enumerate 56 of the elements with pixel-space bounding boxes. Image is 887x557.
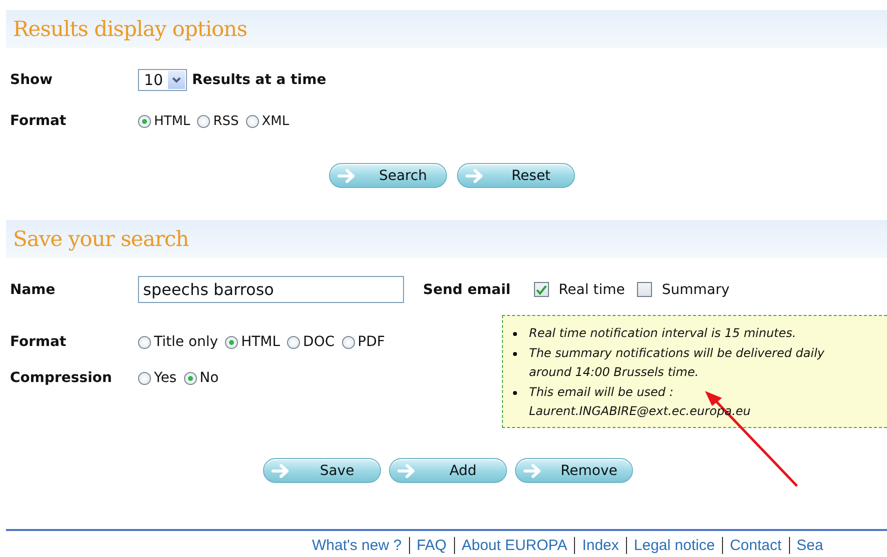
name-field[interactable]: speechs barroso <box>138 276 404 303</box>
section-title: Results display options <box>6 10 887 48</box>
footer-link[interactable]: FAQ <box>410 537 455 554</box>
radio-button[interactable] <box>138 372 151 384</box>
footer-link[interactable]: Legal notice <box>626 537 723 554</box>
field-label: Name <box>10 282 56 298</box>
action-button[interactable]: Reset <box>457 163 575 188</box>
radio-button[interactable] <box>342 336 355 348</box>
footer-link[interactable]: What's new ? <box>312 537 410 554</box>
action-button[interactable]: Add <box>389 458 507 483</box>
arrow-icon <box>271 464 291 478</box>
footer-link[interactable]: Index <box>575 537 627 554</box>
action-button[interactable]: Save <box>263 458 381 483</box>
checkbox[interactable] <box>636 282 652 297</box>
radio-button[interactable] <box>138 114 151 128</box>
footer-link[interactable]: Contact <box>722 537 790 554</box>
chevron-down-icon <box>172 77 181 83</box>
action-button[interactable]: Search <box>329 163 447 188</box>
option-label: HTML <box>154 114 190 128</box>
radio-button[interactable] <box>287 336 300 348</box>
radio-button[interactable] <box>225 336 238 348</box>
arrow-icon <box>523 464 543 478</box>
radio-button[interactable] <box>138 336 151 348</box>
field-label: Send email <box>423 282 511 298</box>
field-suffix: Results at a time <box>192 72 326 88</box>
arrow-icon <box>465 169 485 183</box>
bullet-icon <box>513 390 517 394</box>
section-title: Save your search <box>6 220 887 258</box>
option-label: Summary <box>662 282 730 298</box>
option-label: No <box>200 370 219 386</box>
arrow-icon <box>337 169 357 183</box>
action-button[interactable]: Remove <box>515 458 633 483</box>
radio-button[interactable] <box>197 114 210 128</box>
option-label: HTML <box>241 334 280 350</box>
note-text: The summary notifications will be delivered daily around 14:00 Brussels time. <box>529 344 826 381</box>
footer-link[interactable]: Sea <box>790 537 830 554</box>
option-label: XML <box>262 114 290 128</box>
bullet-icon <box>513 352 517 356</box>
count-dropdown[interactable]: 10 <box>138 69 187 91</box>
field-label: Format <box>10 334 68 350</box>
option-label: Yes <box>154 370 177 386</box>
field-label: Show <box>10 72 54 88</box>
option-label: Title only <box>154 334 218 350</box>
checkbox[interactable] <box>534 282 549 297</box>
radio-button[interactable] <box>184 372 197 384</box>
note-text: Real time notification interval is 15 minutes. <box>529 325 798 342</box>
option-label: PDF <box>358 334 385 350</box>
option-label: RSS <box>213 114 239 128</box>
option-label: Real time <box>558 282 625 298</box>
field-label: Compression <box>10 370 113 386</box>
footer-link[interactable]: About EUROPA <box>454 537 576 554</box>
bullet-icon <box>513 332 517 336</box>
option-label: DOC <box>303 334 335 350</box>
arrow-icon <box>397 464 417 478</box>
radio-button[interactable] <box>246 114 259 128</box>
field-label: Format <box>10 113 68 129</box>
